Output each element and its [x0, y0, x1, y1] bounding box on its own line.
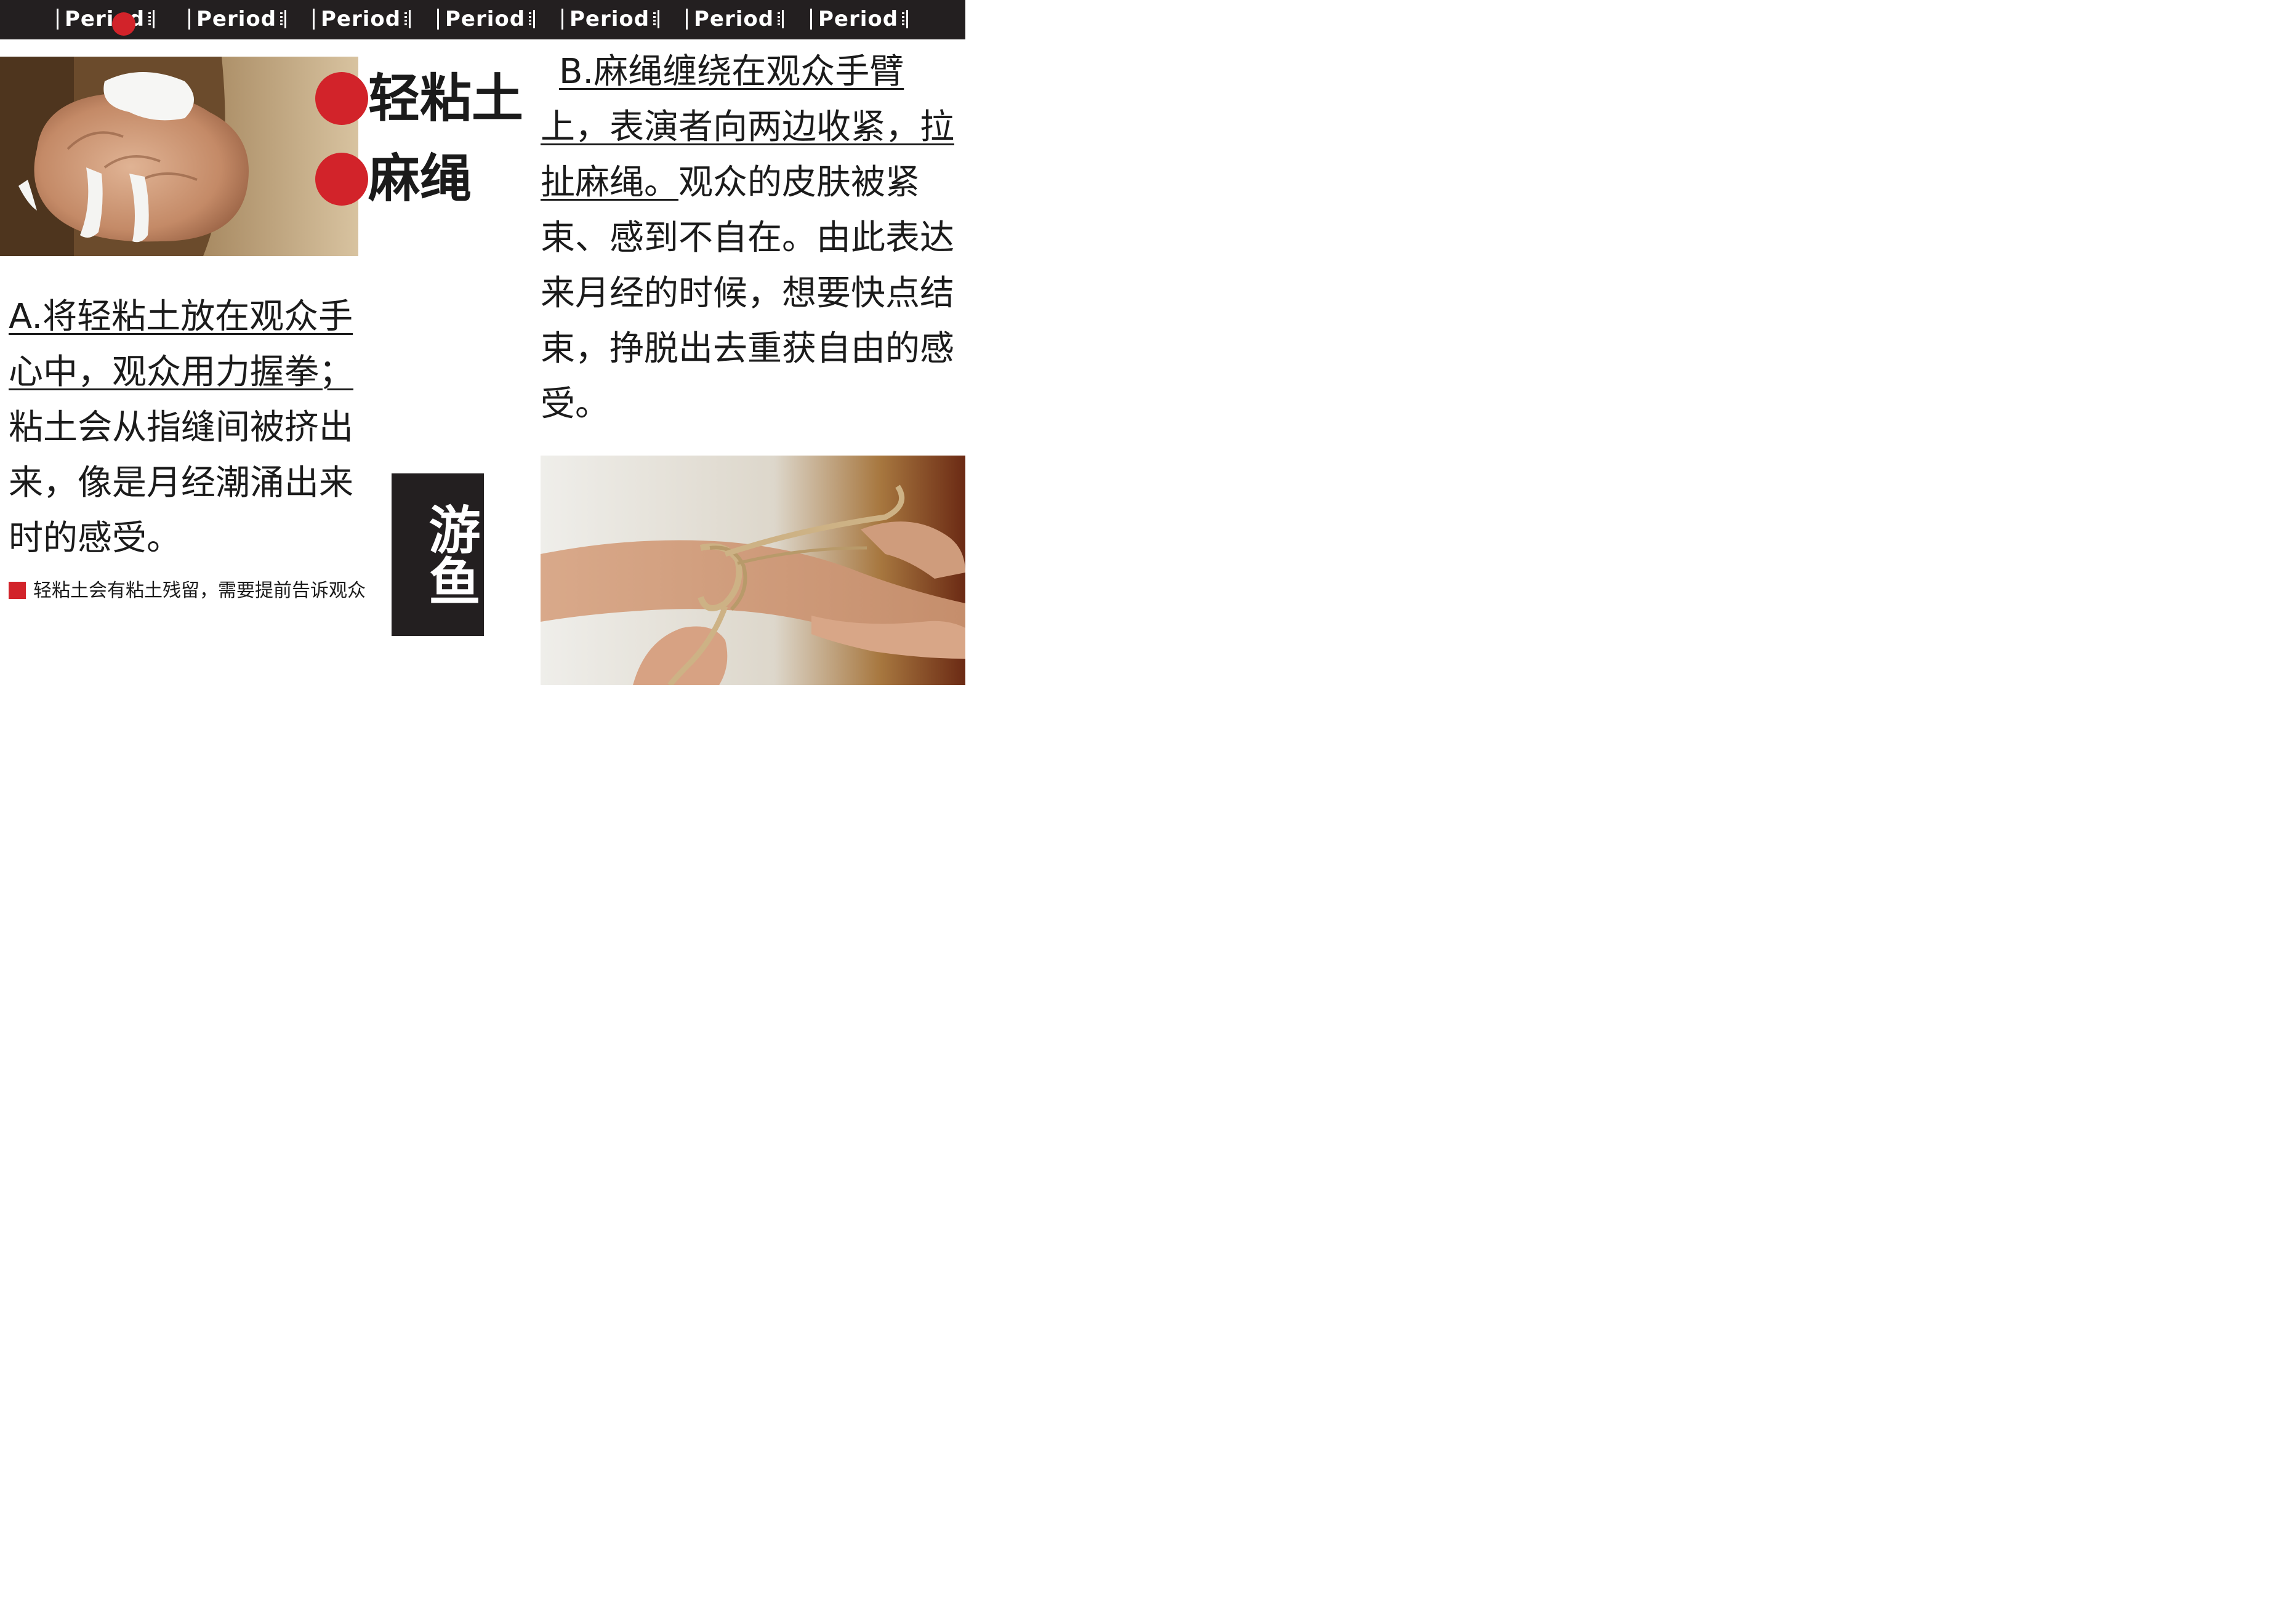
- tab-label: Period: [569, 7, 650, 31]
- clay-photo-illustration: [0, 57, 358, 256]
- tab-divider-right: [529, 10, 536, 28]
- tab-label: Period: [818, 7, 899, 31]
- tab-divider-left: [57, 9, 58, 30]
- tab-divider-right: [404, 10, 412, 28]
- tab-divider-right: [148, 10, 156, 28]
- tab-period-4[interactable]: Period: [437, 5, 536, 33]
- section-b-text: B.麻绳缠绕在观众手臂上，表演者向两边收紧，拉扯麻绳。观众的皮肤被紧束、感到不自…: [541, 44, 965, 432]
- tab-divider-left: [686, 9, 688, 30]
- tab-divider-left: [313, 9, 315, 30]
- section-label-text: 游鱼: [420, 503, 481, 606]
- tab-divider-right: [778, 10, 785, 28]
- tab-label: Period: [694, 7, 774, 31]
- tab-label: Period: [321, 7, 401, 31]
- tab-divider-left: [561, 9, 563, 30]
- section-a-underlined: A.将轻粘土放在观众手心中，观众用力握拳；: [9, 297, 353, 392]
- tab-divider-right: [902, 10, 909, 28]
- tab-label: Period: [196, 7, 277, 31]
- heading-bullet-dot: [315, 72, 368, 125]
- section-a-body: 粘土会从指缝间被挤出来，像是月经潮涌出来时的感受。: [9, 408, 353, 558]
- tab-divider-left: [188, 9, 190, 30]
- hand-squeezing-clay-photo: [0, 57, 358, 256]
- tab-divider-right: [653, 10, 661, 28]
- tab-period-5[interactable]: Period: [561, 5, 661, 33]
- rope-wrapped-wrist-photo: [541, 456, 965, 685]
- tab-divider-left: [810, 9, 812, 30]
- tab-divider-right: [280, 10, 288, 28]
- tab-period-2[interactable]: Period: [188, 5, 288, 33]
- tab-label: Period: [445, 7, 526, 31]
- tab-period-6[interactable]: Period: [686, 5, 785, 33]
- rope-photo-illustration: [541, 456, 965, 685]
- active-tab-indicator-dot: [112, 12, 135, 36]
- heading-light-clay: 轻粘土: [368, 68, 524, 129]
- section-a-text: A.将轻粘土放在观众手心中，观众用力握拳； 粘土会从指缝间被挤出来，像是月经潮涌出…: [9, 289, 378, 566]
- heading-hemp-rope: 麻绳: [368, 148, 472, 209]
- note-text: 轻粘土会有粘土残留，需要提前告诉观众: [33, 580, 366, 601]
- tab-period-7[interactable]: Period: [810, 5, 909, 33]
- top-nav-bar: Period Period Period Period Period Perio…: [0, 0, 965, 39]
- tab-period-1[interactable]: Period: [57, 5, 156, 33]
- section-label-box: 游鱼: [392, 473, 484, 636]
- note-bullet-square: [9, 582, 26, 599]
- heading-bullet-dot: [315, 153, 368, 206]
- tab-divider-left: [437, 9, 439, 30]
- tab-period-3[interactable]: Period: [313, 5, 412, 33]
